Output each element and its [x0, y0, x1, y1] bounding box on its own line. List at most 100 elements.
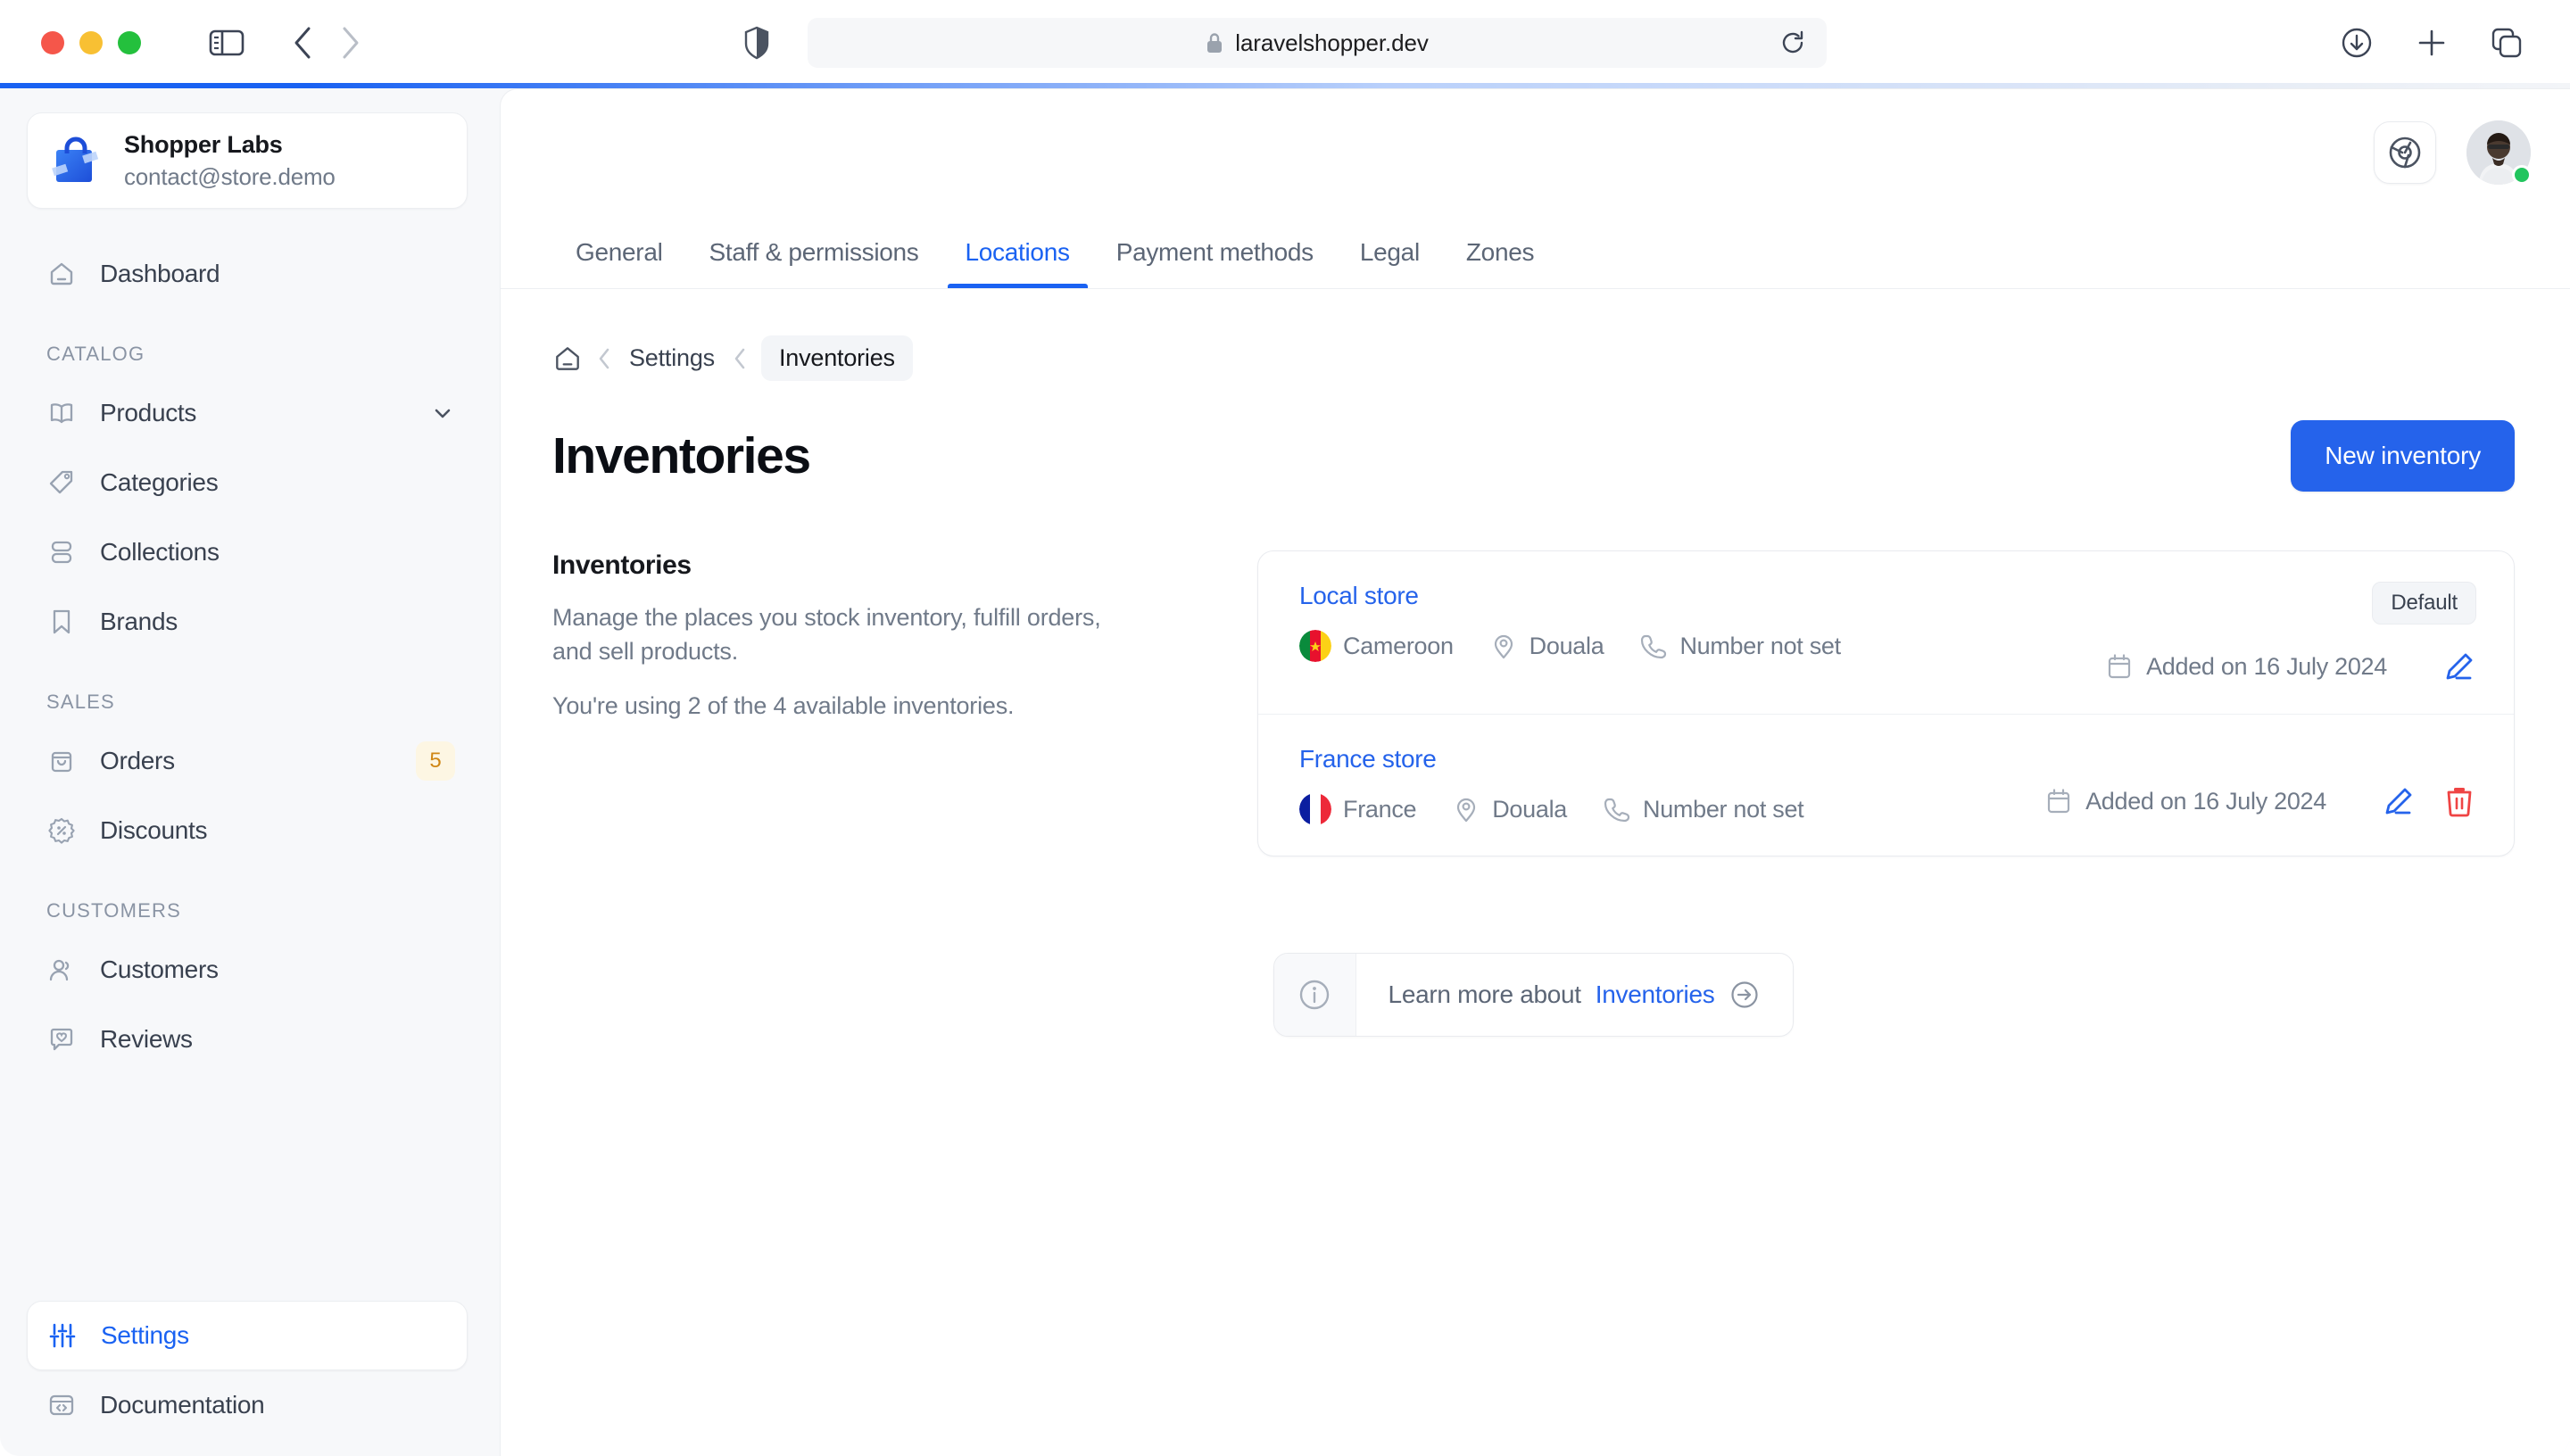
sidebar-item-dashboard[interactable]: Dashboard — [0, 239, 500, 309]
reload-icon[interactable] — [1778, 29, 1807, 57]
sidebar-item-label: Discounts — [100, 816, 207, 845]
date-label: Added on 16 July 2024 — [2085, 788, 2326, 815]
users-icon — [46, 955, 77, 985]
map-pin-icon — [1489, 632, 1518, 660]
toolbar-right-actions — [2340, 26, 2524, 60]
tab-staff-permissions[interactable]: Staff & permissions — [686, 216, 942, 288]
sidebar-nav: Dashboard CATALOG Products C — [0, 239, 500, 1301]
collections-icon — [46, 537, 77, 567]
avatar[interactable] — [2466, 120, 2531, 185]
sidebar-item-categories[interactable]: Categories — [0, 448, 500, 517]
sidebar-item-reviews[interactable]: Reviews — [0, 1005, 500, 1074]
row-action-buttons — [2382, 784, 2476, 818]
tab-overview-icon[interactable] — [2490, 26, 2524, 60]
sidebar-item-discounts[interactable]: Discounts — [0, 796, 500, 865]
store-meta: Shopper Labs contact@store.demo — [124, 131, 336, 191]
chrome-icon[interactable] — [2374, 121, 2436, 184]
edit-pencil-icon[interactable] — [2442, 649, 2476, 683]
main-header — [501, 89, 2570, 216]
sidebar-item-label: Products — [100, 399, 196, 427]
inventory-name-link[interactable]: France store — [1299, 745, 1437, 773]
lock-icon — [1206, 31, 1223, 54]
inventory-date-actions: Added on 16 July 2024 — [2105, 649, 2476, 683]
inventory-country: Cameroon — [1299, 630, 1454, 662]
sidebar-group-sales: SALES — [0, 691, 500, 714]
sidebar-toggle-icon[interactable] — [209, 29, 245, 57]
tab-legal[interactable]: Legal — [1337, 216, 1443, 288]
learn-more-card[interactable]: Learn more about Inventories — [1273, 953, 1795, 1037]
store-switcher[interactable]: Shopper Labs contact@store.demo — [27, 112, 468, 209]
breadcrumb-item-inventories[interactable]: Inventories — [761, 335, 913, 381]
inventory-info: Local store Cameroon — [1299, 582, 2105, 662]
inventory-name-link[interactable]: Local store — [1299, 582, 1419, 609]
close-window-button[interactable] — [41, 31, 64, 54]
sidebar-item-customers[interactable]: Customers — [0, 935, 500, 1005]
sidebar-bottom-nav: Settings Documentation — [0, 1301, 500, 1456]
section-title: Inventories — [552, 550, 1204, 581]
maximize-window-button[interactable] — [118, 31, 141, 54]
url-display: laravelshopper.dev — [1206, 29, 1428, 57]
chevron-down-icon[interactable] — [430, 401, 455, 426]
edit-pencil-icon[interactable] — [2382, 784, 2416, 818]
sidebar-item-settings[interactable]: Settings — [27, 1301, 468, 1370]
page-title: Inventories — [552, 426, 810, 485]
sidebar-item-orders[interactable]: Orders 5 — [0, 726, 500, 796]
trash-icon[interactable] — [2442, 784, 2476, 818]
discount-icon — [46, 815, 77, 846]
sliders-icon — [47, 1320, 78, 1351]
sidebar-item-products[interactable]: Products — [0, 378, 500, 448]
breadcrumb-item-settings[interactable]: Settings — [626, 339, 718, 377]
breadcrumb-home-icon[interactable] — [552, 343, 583, 374]
sidebar-item-collections[interactable]: Collections — [0, 517, 500, 587]
row-action-buttons — [2442, 649, 2476, 683]
code-window-icon — [46, 1390, 77, 1420]
book-icon — [46, 398, 77, 428]
minimize-window-button[interactable] — [79, 31, 103, 54]
phone-icon — [1639, 632, 1668, 660]
learn-more-link[interactable]: Inventories — [1596, 980, 1715, 1009]
sidebar-item-brands[interactable]: Brands — [0, 587, 500, 657]
sidebar-item-label: Reviews — [100, 1025, 193, 1054]
shield-icon[interactable] — [743, 26, 770, 60]
sidebar-item-label: Dashboard — [100, 260, 220, 288]
cameroon-flag — [1299, 630, 1331, 662]
sidebar-item-label: Settings — [101, 1321, 189, 1350]
tab-general[interactable]: General — [552, 216, 686, 288]
search-input[interactable]: laravelshopper.dev — [808, 18, 1827, 68]
sidebar-item-label: Customers — [100, 956, 219, 984]
phone-label: Number not set — [1643, 796, 1803, 823]
window-traffic-lights — [41, 31, 141, 54]
sidebar-item-label: Collections — [100, 538, 220, 567]
inventory-date-actions: Added on 16 July 2024 — [2044, 784, 2476, 818]
chevron-right-icon[interactable] — [339, 25, 362, 61]
chevron-left-icon[interactable] — [291, 25, 314, 61]
application-shell: Shopper Labs contact@store.demo Dashboar… — [0, 88, 2570, 1456]
download-icon[interactable] — [2340, 26, 2374, 60]
address-bar-area: laravelshopper.dev — [743, 18, 1827, 68]
orders-badge: 5 — [416, 741, 455, 781]
new-inventory-button[interactable]: New inventory — [2291, 420, 2515, 492]
bookmark-icon — [46, 607, 77, 637]
section-description-text: Manage the places you stock inventory, f… — [552, 600, 1106, 669]
tab-zones[interactable]: Zones — [1443, 216, 1557, 288]
sidebar-item-documentation[interactable]: Documentation — [0, 1370, 500, 1440]
tab-locations[interactable]: Locations — [942, 216, 1093, 288]
france-flag — [1299, 793, 1331, 825]
plus-icon[interactable] — [2416, 27, 2448, 59]
sidebar-group-catalog: CATALOG — [0, 343, 500, 366]
table-row: France store France — [1258, 714, 2514, 856]
inventory-info: France store France — [1299, 745, 2044, 825]
phone-icon — [1603, 795, 1631, 823]
learn-more-text: Learn more about — [1389, 980, 1581, 1009]
home-icon — [46, 259, 77, 289]
shopping-bag-logo — [47, 132, 104, 189]
sidebar-group-customers: CUSTOMERS — [0, 899, 500, 922]
presence-indicator — [2512, 165, 2532, 185]
inventory-actions: Default Added on 16 July 2024 — [2105, 582, 2476, 683]
phone-label: Number not set — [1679, 633, 1840, 660]
arrow-right-circle-icon[interactable] — [1729, 979, 1761, 1011]
tab-payment-methods[interactable]: Payment methods — [1093, 216, 1337, 288]
tag-icon — [46, 467, 77, 498]
inventory-phone: Number not set — [1603, 795, 1803, 823]
country-label: France — [1343, 796, 1416, 823]
